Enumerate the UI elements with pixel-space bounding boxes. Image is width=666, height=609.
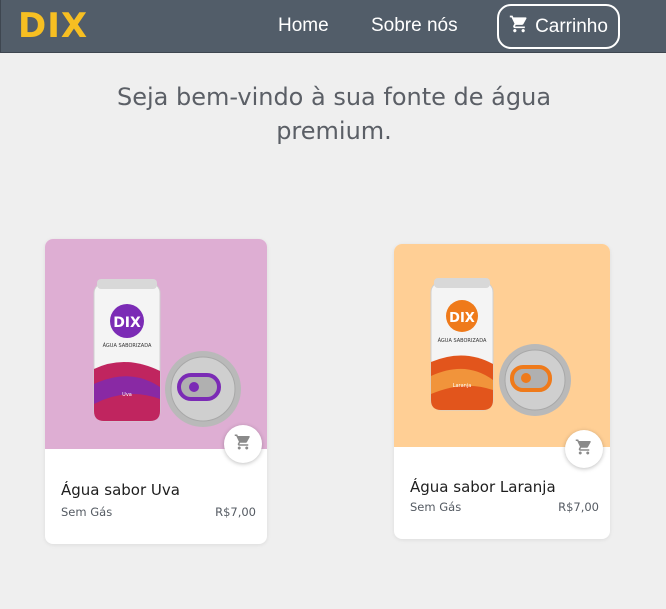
product-card[interactable]: DIX ÁGUA SABORIZADA Uva Água sabor Uva S… [45, 239, 267, 544]
product-card[interactable]: DIX ÁGUA SABORIZADA Laranja Água sabor L… [394, 244, 610, 539]
nav-home-link[interactable]: Home [278, 15, 329, 37]
hero-heading: Seja bem-vindo à sua fonte de água premi… [100, 80, 568, 148]
cart-icon [234, 433, 252, 455]
can-logo-text: DIX [113, 315, 141, 331]
hero-line-1: Seja bem-vindo à sua fonte de água [116, 83, 552, 111]
can-flavor-text: Uva [122, 392, 132, 398]
product-subtitle: Sem Gás [410, 500, 462, 514]
product-subtitle: Sem Gás [61, 505, 113, 519]
cart-button-label: Carrinho [535, 15, 608, 37]
add-to-cart-button[interactable] [224, 425, 262, 463]
product-price: R$7,00 [558, 500, 599, 514]
add-to-cart-button[interactable] [565, 430, 603, 468]
navbar: DIX Home Sobre nós Carrinho [0, 0, 666, 53]
nav-about-link[interactable]: Sobre nós [371, 15, 458, 37]
can-logo-text: DIX [449, 311, 475, 326]
hero-line-2: premium. [276, 117, 392, 145]
product-image: DIX ÁGUA SABORIZADA Laranja [394, 244, 610, 447]
product-name: Água sabor Uva [61, 481, 180, 499]
brand-logo[interactable]: DIX [18, 6, 88, 46]
cart-icon [509, 14, 529, 40]
product-image: DIX ÁGUA SABORIZADA Uva [45, 239, 267, 449]
can-flavor-text: Laranja [453, 383, 472, 389]
can-label-text: ÁGUA SABORIZADA [438, 337, 487, 344]
product-name: Água sabor Laranja [410, 478, 556, 496]
cart-icon [575, 438, 593, 460]
product-price: R$7,00 [215, 505, 256, 519]
can-label-text: ÁGUA SABORIZADA [103, 342, 152, 349]
cart-button[interactable]: Carrinho [497, 4, 620, 49]
